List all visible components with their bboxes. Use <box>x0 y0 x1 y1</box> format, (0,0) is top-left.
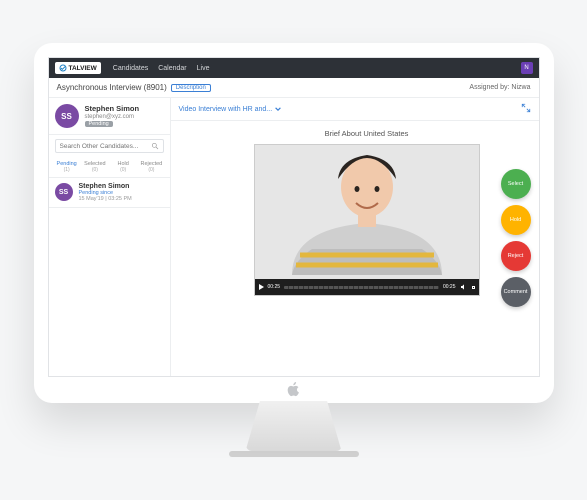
candidate-list-item[interactable]: SS Stephen Simon Pending since 15 May'19… <box>49 178 170 208</box>
body: SS Stephen Simon stephen@xyz.com Pending… <box>49 98 539 376</box>
user-avatar[interactable]: N <box>521 62 533 74</box>
content-area: Brief About United States <box>171 121 539 376</box>
time-current: 00:25 <box>268 284 281 290</box>
search-box <box>55 139 164 153</box>
candidate-status-pill: Pending <box>85 121 113 127</box>
chevron-down-icon <box>275 106 281 112</box>
monitor-stand <box>246 401 342 451</box>
filter-tabs: Pending(1) Selected(0) Hold(0) Rejected(… <box>49 157 170 178</box>
page-title: Asynchronous Interview (8901) <box>57 83 167 92</box>
brand-text: TALVIEW <box>69 65 97 72</box>
main-panel: Video Interview with HR and... Brief Abo… <box>171 98 539 376</box>
hold-button[interactable]: Hold <box>501 205 531 235</box>
apple-logo-icon <box>286 381 302 397</box>
top-nav: TALVIEW Candidates Calendar Live N <box>49 58 539 78</box>
brand-logo[interactable]: TALVIEW <box>55 62 101 74</box>
filter-selected[interactable]: Selected(0) <box>81 160 109 174</box>
monitor-frame: TALVIEW Candidates Calendar Live N Async… <box>34 43 554 403</box>
action-rail: Select Hold Reject Comment <box>501 169 531 307</box>
search-icon <box>151 142 159 150</box>
reject-button[interactable]: Reject <box>501 241 531 271</box>
interview-dropdown[interactable]: Video Interview with HR and... <box>179 106 282 113</box>
assigned-by: Assigned by: Nizwa <box>469 84 530 91</box>
video-frame-image <box>282 144 452 275</box>
expand-icon <box>521 103 531 113</box>
sub-header: Asynchronous Interview (8901) Descriptio… <box>49 78 539 98</box>
seek-bar[interactable] <box>284 286 439 289</box>
nav-live[interactable]: Live <box>197 65 210 72</box>
list-item-time: 15 May'19 | 03:25 PM <box>79 196 132 202</box>
expand-button[interactable] <box>521 103 531 115</box>
candidate-email: stephen@xyz.com <box>85 114 140 120</box>
monitor-base <box>229 451 359 457</box>
candidate-avatar: SS <box>55 104 79 128</box>
brief-title: Brief About United States <box>205 129 529 138</box>
description-tag[interactable]: Description <box>171 84 211 92</box>
player-controls: 00:25 00:25 <box>255 279 479 295</box>
nav-links: Candidates Calendar Live <box>113 65 210 72</box>
search-input[interactable] <box>60 143 151 150</box>
comment-button[interactable]: Comment <box>501 277 531 307</box>
filter-pending[interactable]: Pending(1) <box>53 160 81 174</box>
list-avatar: SS <box>55 183 73 201</box>
nav-candidates[interactable]: Candidates <box>113 65 148 72</box>
filter-rejected[interactable]: Rejected(0) <box>137 160 165 174</box>
select-button[interactable]: Select <box>501 169 531 199</box>
filter-hold[interactable]: Hold(0) <box>109 160 137 174</box>
main-toolbar: Video Interview with HR and... <box>171 98 539 121</box>
app-screen: TALVIEW Candidates Calendar Live N Async… <box>48 57 540 377</box>
play-button[interactable] <box>259 284 264 290</box>
candidate-name: Stephen Simon <box>85 104 140 113</box>
list-item-name: Stephen Simon <box>79 183 132 190</box>
volume-icon[interactable] <box>460 283 468 291</box>
candidate-card: SS Stephen Simon stephen@xyz.com Pending <box>49 98 170 135</box>
nav-calendar[interactable]: Calendar <box>158 65 186 72</box>
fullscreen-icon[interactable] <box>472 286 475 289</box>
video-player[interactable]: 00:25 00:25 <box>254 144 480 296</box>
logo-icon <box>59 64 67 72</box>
sidebar: SS Stephen Simon stephen@xyz.com Pending… <box>49 98 171 376</box>
time-total: 00:25 <box>443 284 456 290</box>
